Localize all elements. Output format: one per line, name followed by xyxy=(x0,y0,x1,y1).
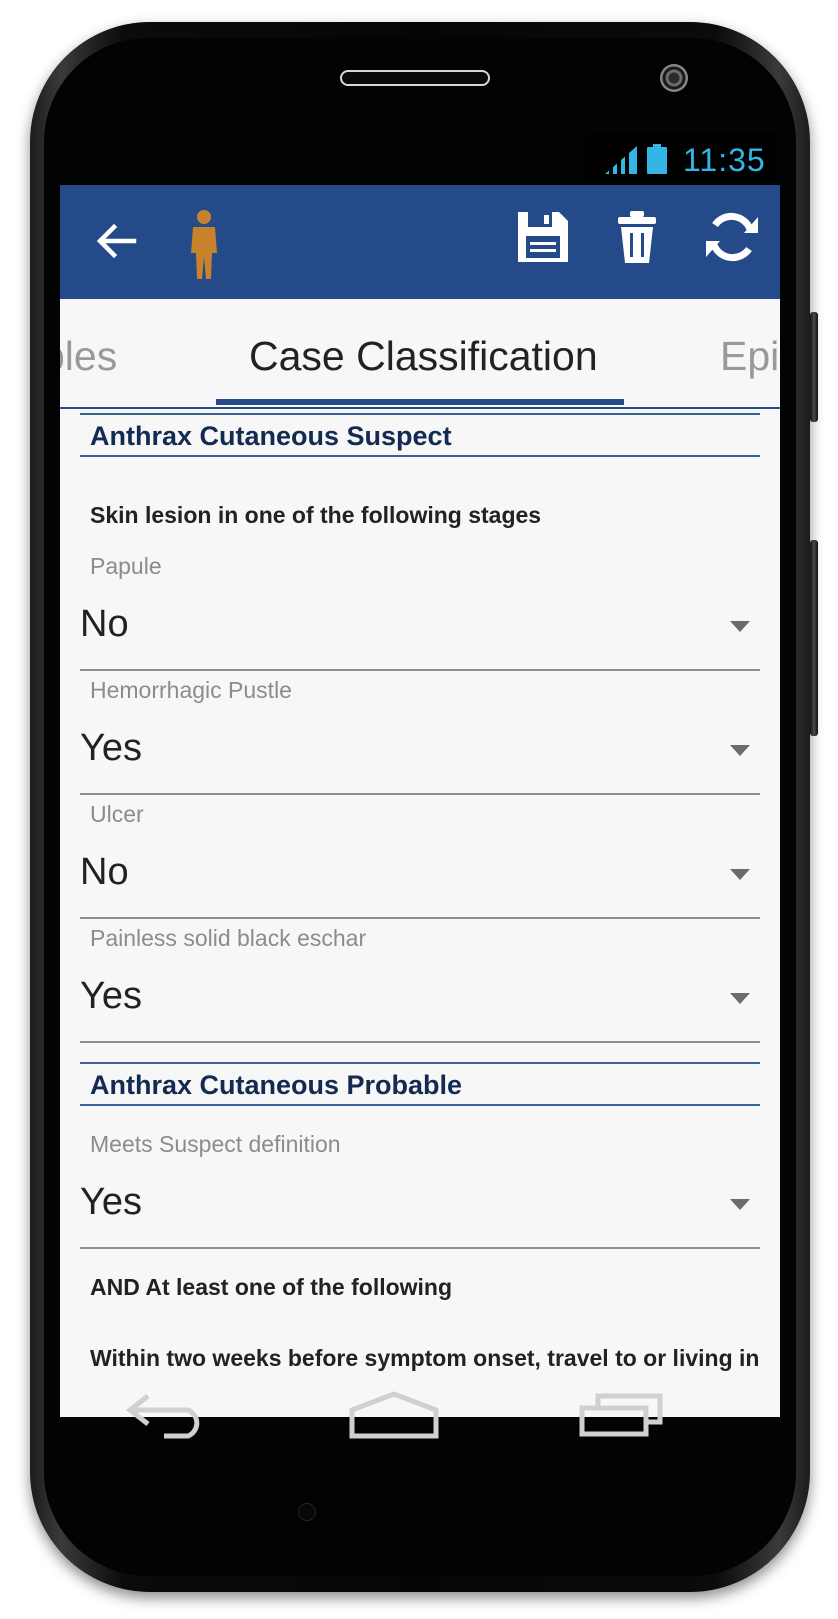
chevron-down-icon xyxy=(730,745,750,756)
save-icon[interactable] xyxy=(515,209,571,265)
tab-indicator xyxy=(216,399,624,405)
section-title: Anthrax Cutaneous Suspect xyxy=(90,421,452,451)
refresh-icon[interactable] xyxy=(704,209,760,265)
eschar-select[interactable]: Yes xyxy=(80,945,760,1043)
volume-button xyxy=(810,540,818,736)
nav-recents-icon[interactable] xyxy=(578,1390,664,1438)
tab-next[interactable]: Epic xyxy=(720,333,780,380)
section-title: Anthrax Cutaneous Probable xyxy=(90,1070,463,1100)
selected-value: No xyxy=(80,851,129,893)
chevron-down-icon xyxy=(730,869,750,880)
status-clock: 11:35 xyxy=(683,142,766,178)
trash-icon[interactable] xyxy=(612,209,662,265)
chevron-down-icon xyxy=(730,621,750,632)
signal-icon xyxy=(605,146,637,174)
tab-strip: ples Case Classification Epic xyxy=(60,299,780,409)
chevron-down-icon xyxy=(730,1199,750,1210)
back-arrow-icon[interactable] xyxy=(94,219,138,263)
tab-case-classification[interactable]: Case Classification xyxy=(249,333,598,380)
front-camera xyxy=(660,64,688,92)
instruction-text: AND At least one of the following xyxy=(90,1274,453,1300)
earpiece-speaker xyxy=(340,70,490,86)
selected-value: Yes xyxy=(80,727,142,769)
selected-value: Yes xyxy=(80,975,142,1017)
selected-value: No xyxy=(80,603,129,645)
papule-select[interactable]: No xyxy=(80,573,760,671)
section-header-suspect: Anthrax Cutaneous Suspect xyxy=(80,413,760,457)
tab-previous[interactable]: ples xyxy=(60,333,117,380)
nav-back-icon[interactable] xyxy=(124,1392,210,1440)
instruction-text: Skin lesion in one of the following stag… xyxy=(90,502,542,528)
section-header-probable: Anthrax Cutaneous Probable xyxy=(80,1062,760,1106)
status-bar: 11:35 xyxy=(583,134,776,182)
hemorrhagic-pustle-select[interactable]: Yes xyxy=(80,697,760,795)
instruction-text: Within two weeks before symptom onset, t… xyxy=(90,1345,760,1371)
meets-suspect-select[interactable]: Yes xyxy=(80,1151,760,1249)
selected-value: Yes xyxy=(80,1181,142,1223)
app-screen: ples Case Classification Epic Anthrax Cu… xyxy=(60,185,780,1417)
home-sensor xyxy=(298,1503,316,1521)
nav-home-icon[interactable] xyxy=(348,1390,440,1440)
power-button xyxy=(810,312,818,422)
ulcer-select[interactable]: No xyxy=(80,821,760,919)
app-toolbar xyxy=(60,185,780,299)
battery-icon xyxy=(647,144,667,174)
chevron-down-icon xyxy=(730,993,750,1004)
person-icon[interactable] xyxy=(185,209,223,281)
